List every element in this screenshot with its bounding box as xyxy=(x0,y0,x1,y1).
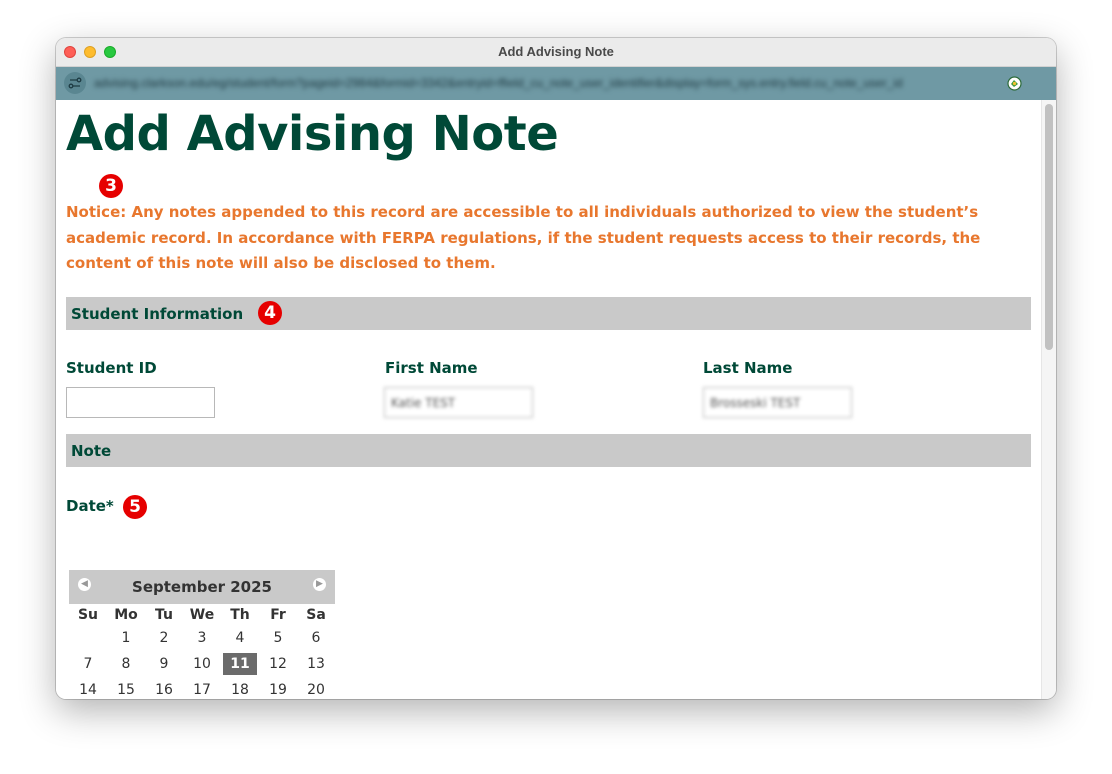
annotation-badge-5: 5 xyxy=(123,495,147,519)
calendar-day-number: 9 xyxy=(159,655,169,672)
page-title: Add Advising Note xyxy=(66,106,559,162)
calendar-day[interactable]: 20 xyxy=(297,677,335,699)
calendar-day-number: 15 xyxy=(117,681,135,698)
extension-icon[interactable] xyxy=(1007,76,1022,91)
calendar-grid: Su Mo Tu We Th Fr Sa 1 2 3 4 5 6 7 8 9 10 11 12 13 14… xyxy=(69,605,335,699)
student-information-section-header: Student Information xyxy=(66,297,1031,330)
last-name-label: Last Name xyxy=(703,359,793,377)
calendar-day-number: 18 xyxy=(231,681,249,698)
calendar-day[interactable]: 9 xyxy=(145,651,183,677)
calendar-week-row: 14 15 16 17 18 19 20 xyxy=(69,677,335,699)
calendar-empty-cell xyxy=(69,625,107,651)
calendar-day-number: 1 xyxy=(121,630,131,646)
url-text[interactable]: advising.clarkson.edu/eg/student/form?pa… xyxy=(94,76,989,92)
calendar-day[interactable]: 12 xyxy=(259,651,297,677)
first-name-label: First Name xyxy=(385,359,478,377)
calendar-day-number: 13 xyxy=(307,655,325,672)
calendar-day-number: 11 xyxy=(223,652,257,675)
calendar-day[interactable]: 10 xyxy=(183,651,221,677)
weekday-label: Fr xyxy=(270,607,286,623)
calendar-day-number: 12 xyxy=(269,655,287,672)
student-id-label: Student ID xyxy=(66,359,157,377)
calendar-day[interactable]: 4 xyxy=(221,625,259,651)
calendar-day-number: 8 xyxy=(121,655,131,672)
calendar-day[interactable]: 19 xyxy=(259,677,297,699)
calendar-month-label: September 2025 xyxy=(132,578,272,596)
calendar-day-number: 7 xyxy=(83,655,93,672)
weekday-row: Su Mo Tu We Th Fr Sa xyxy=(69,605,335,625)
calendar-day[interactable]: 14 xyxy=(69,677,107,699)
calendar-day[interactable]: 8 xyxy=(107,651,145,677)
calendar-week-row: 7 8 9 10 11 12 13 xyxy=(69,651,335,677)
calendar-day[interactable]: 3 xyxy=(183,625,221,651)
weekday-label: Mo xyxy=(114,607,138,623)
calendar-day-number: 19 xyxy=(269,681,287,698)
section-title: Note xyxy=(71,442,112,460)
calendar-day[interactable]: 17 xyxy=(183,677,221,699)
calendar-day[interactable]: 1 xyxy=(107,625,145,651)
browser-window: Add Advising Note advising.clarkson.edu/… xyxy=(56,38,1056,699)
scrollbar-thumb[interactable] xyxy=(1045,104,1053,350)
calendar-day[interactable]: 15 xyxy=(107,677,145,699)
calendar-day[interactable]: 18 xyxy=(221,677,259,699)
ferpa-notice: Notice: Any notes appended to this recor… xyxy=(66,203,981,272)
calendar-days: 1234567891011121314151617181920212223242… xyxy=(69,625,335,699)
page-content: Add Advising Note 3 Notice: Any notes ap… xyxy=(56,100,1041,699)
calendar-day-number: 4 xyxy=(235,630,245,646)
first-name-input[interactable] xyxy=(384,387,533,418)
date-picker[interactable]: ◀ September 2025 ▶ Su Mo Tu We Th Fr Sa xyxy=(69,570,336,699)
calendar-day[interactable]: 6 xyxy=(297,625,335,651)
window-title: Add Advising Note xyxy=(498,44,614,59)
annotation-badge-4: 4 xyxy=(258,301,282,325)
calendar-day[interactable]: 13 xyxy=(297,651,335,677)
calendar-day-number xyxy=(71,625,105,647)
calendar-day-number: 10 xyxy=(193,655,211,672)
calendar-day-number: 2 xyxy=(159,630,169,646)
note-section-header: Note xyxy=(66,434,1031,467)
last-name-input[interactable] xyxy=(703,387,852,418)
calendar-day[interactable]: 2 xyxy=(145,625,183,651)
student-id-input[interactable] xyxy=(66,387,215,418)
weekday-label: Su xyxy=(77,607,99,623)
calendar-day[interactable]: 5 xyxy=(259,625,297,651)
vertical-scrollbar[interactable] xyxy=(1041,100,1056,699)
calendar-day-selected[interactable]: 11 xyxy=(221,651,259,677)
calendar-day[interactable]: 16 xyxy=(145,677,183,699)
calendar-day-number: 17 xyxy=(193,681,211,698)
calendar-header: ◀ September 2025 ▶ xyxy=(69,570,335,604)
calendar-day[interactable]: 7 xyxy=(69,651,107,677)
calendar-week-row: 1 2 3 4 5 6 xyxy=(69,625,335,651)
weekday-label: Th xyxy=(230,607,250,623)
next-month-icon[interactable]: ▶ xyxy=(313,578,326,591)
calendar-day-number: 6 xyxy=(311,630,321,646)
calendar-day-number: 16 xyxy=(155,681,173,698)
site-settings-icon[interactable] xyxy=(64,72,86,94)
section-title: Student Information xyxy=(71,305,244,323)
weekday-label: Sa xyxy=(306,607,326,623)
calendar-day-number: 5 xyxy=(273,630,283,646)
weekday-label: We xyxy=(189,607,215,623)
address-bar[interactable]: advising.clarkson.edu/eg/student/form?pa… xyxy=(56,67,1056,100)
calendar-day-number: 20 xyxy=(307,681,325,698)
calendar-day-number: 3 xyxy=(197,630,207,646)
date-label: Date* xyxy=(66,497,114,515)
annotation-badge-3: 3 xyxy=(99,174,123,198)
weekday-label: Tu xyxy=(155,607,173,623)
calendar-day-number: 14 xyxy=(79,681,97,698)
title-bar: Add Advising Note xyxy=(56,38,1056,67)
